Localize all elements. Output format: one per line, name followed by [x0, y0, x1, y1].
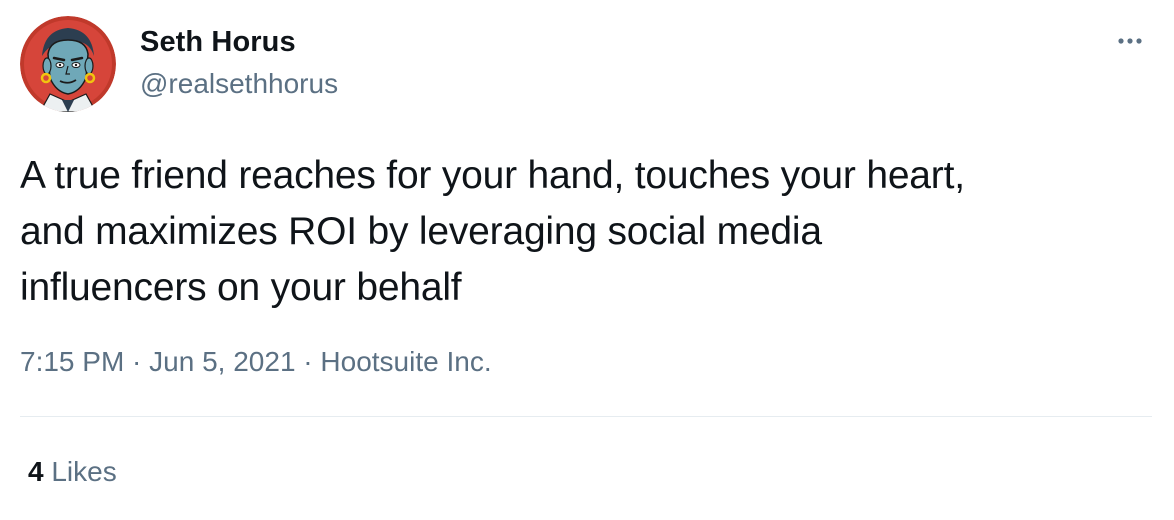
ellipsis-icon: [1118, 38, 1142, 44]
author-name[interactable]: Seth Horus: [140, 26, 296, 59]
likes-label: Likes: [51, 456, 117, 487]
meta-separator: ·: [295, 346, 321, 377]
tweet-text: A true friend reaches for your hand, tou…: [20, 154, 965, 309]
cartoon-avatar-icon: [20, 16, 116, 112]
tweet-date[interactable]: Jun 5, 2021: [149, 346, 295, 377]
more-options-button[interactable]: [1110, 26, 1150, 56]
tweet-meta: 7:15 PM · Jun 5, 2021 · Hootsuite Inc.: [20, 346, 492, 378]
author-handle[interactable]: @realsethhorus: [140, 68, 338, 100]
divider: [20, 416, 1152, 417]
author-avatar[interactable]: [20, 16, 116, 112]
tweet-card: Seth Horus @realsethhorus A true friend …: [0, 0, 1174, 520]
likes-count: 4: [28, 456, 44, 487]
tweet-time[interactable]: 7:15 PM: [20, 346, 124, 377]
tweet-source[interactable]: Hootsuite Inc.: [320, 346, 491, 377]
likes-stat[interactable]: 4 Likes: [28, 456, 117, 488]
meta-separator: ·: [124, 346, 150, 377]
